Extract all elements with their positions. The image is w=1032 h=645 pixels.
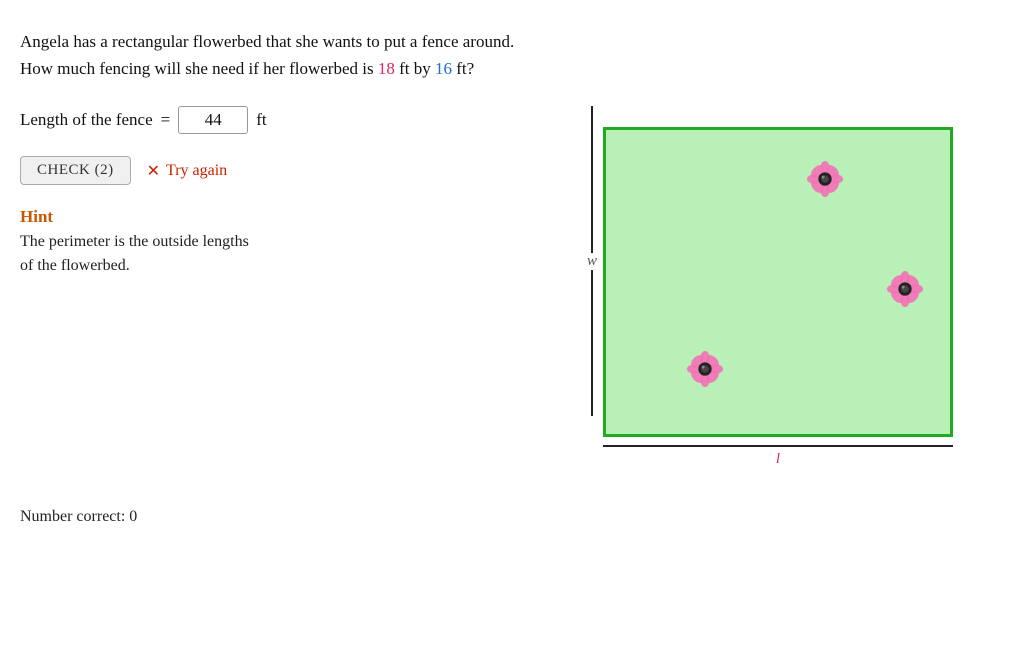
hint-title: Hint xyxy=(20,207,540,227)
hbar-line xyxy=(613,445,943,447)
vbar-line2 xyxy=(591,270,593,407)
flowerbed-rect xyxy=(603,127,953,437)
number-correct: Number correct: 0 xyxy=(20,508,1002,526)
dimension2-unit: ft? xyxy=(452,59,474,78)
right-panel: w xyxy=(540,106,1000,468)
vbar-top-tick xyxy=(591,106,593,116)
hint-line1: The perimeter is the outside lengths xyxy=(20,233,249,250)
try-again-label: Try again xyxy=(166,162,227,180)
hint-line2: of the flowerbed. xyxy=(20,257,130,274)
l-label-row: l xyxy=(603,451,953,468)
hint-text: The perimeter is the outside lengths of … xyxy=(20,230,540,278)
hint-block: Hint The perimeter is the outside length… xyxy=(20,207,540,278)
check-row: CHECK (2) ✕ Try again xyxy=(20,156,540,185)
check-button[interactable]: CHECK (2) xyxy=(20,156,131,185)
vbar-bottom-tick xyxy=(591,406,593,416)
page: Angela has a rectangular flowerbed that … xyxy=(0,0,1032,645)
dimension1: 18 xyxy=(378,59,395,78)
flower-3 xyxy=(686,350,724,394)
fence-input[interactable] xyxy=(178,106,248,134)
x-icon: ✕ xyxy=(147,161,160,181)
dimension2: 16 xyxy=(435,59,452,78)
question-line2: How much fencing will she need if her fl… xyxy=(20,55,1002,82)
question-line1: Angela has a rectangular flowerbed that … xyxy=(20,28,1002,55)
hbar-left-tick xyxy=(603,445,613,447)
width-indicator: w xyxy=(587,106,597,416)
flower-1 xyxy=(806,160,844,204)
flower-2 xyxy=(886,270,924,314)
dimension1-unit: ft by xyxy=(395,59,435,78)
main-content: Length of the fence = ft CHECK (2) ✕ Try… xyxy=(20,106,1002,468)
length-indicator xyxy=(603,445,953,447)
fence-unit: ft xyxy=(256,110,266,130)
question-line2-prefix: How much fencing will she need if her fl… xyxy=(20,59,378,78)
left-panel: Length of the fence = ft CHECK (2) ✕ Try… xyxy=(20,106,540,278)
equals-sign: = xyxy=(161,110,171,130)
fence-label: Length of the fence xyxy=(20,110,153,130)
try-again: ✕ Try again xyxy=(147,161,228,181)
diagram-area: w xyxy=(587,106,953,468)
question-block: Angela has a rectangular flowerbed that … xyxy=(20,28,1002,82)
w-label: w xyxy=(587,253,597,270)
hbar-right-tick xyxy=(943,445,953,447)
rect-and-length: l xyxy=(603,127,953,468)
fence-row: Length of the fence = ft xyxy=(20,106,540,134)
l-label: l xyxy=(776,451,780,468)
vbar-line xyxy=(591,116,593,253)
